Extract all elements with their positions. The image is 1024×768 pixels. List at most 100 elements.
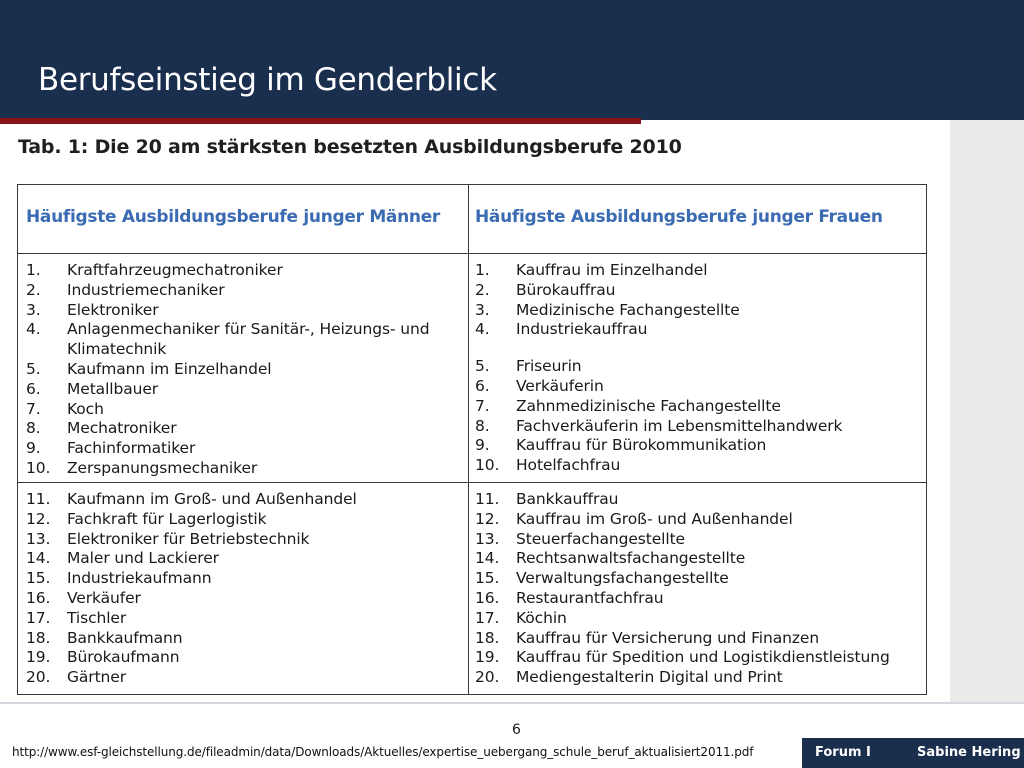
women-list-11-20: 11. Bankkauffrau 12. Kauffrau im Groß- und … [475, 490, 920, 688]
occupation-label: Zerspanungsmechaniker [67, 458, 258, 477]
footer-author: Sabine Hering [917, 745, 1021, 760]
occupation-label: Verkäufer [67, 588, 141, 607]
rank-number: 12. [26, 509, 51, 528]
men-column-header: Häufigste Ausbildungsberufe junger Männe… [26, 207, 441, 227]
list-item: 20. Gärtner [26, 668, 456, 688]
rank-number: 20. [475, 668, 500, 687]
rank-number: 7. [26, 399, 41, 418]
occupation-label: Kaufmann im Groß- und Außenhandel [67, 490, 357, 508]
occupation-label: Kauffrau für Bürokommunikation [516, 436, 767, 455]
rank-number: 13. [475, 529, 500, 548]
rank-number: 17. [26, 608, 51, 627]
occupation-label: Kauffrau im Groß- und Außenhandel [516, 509, 793, 528]
occupation-label: Kauffrau im Einzelhandel [516, 261, 708, 279]
list-item: 11. Kaufmann im Groß- und Außenhandel [26, 490, 456, 510]
occupation-label: Mediengestalterin Digital und Print [516, 668, 783, 687]
list-item: 5. Kaufmann im Einzelhandel [26, 360, 431, 380]
list-item: 14. Maler und Lackierer [26, 549, 456, 569]
men-list-11-20: 11. Kaufmann im Groß- und Außenhandel 12. F… [26, 490, 456, 688]
occupation-label: Bürokaufmann [67, 648, 180, 667]
occupation-label: Hotelfachfrau [516, 456, 621, 475]
occupation-label: Zahnmedizinische Fachangestellte [516, 396, 781, 415]
rank-number: 12. [475, 509, 500, 528]
rank-number: 5. [475, 357, 490, 376]
occupation-label: Köchin [516, 608, 567, 627]
rank-number: 13. [26, 529, 51, 548]
list-item: 7. Koch [26, 400, 431, 420]
occupation-label: Industriemechaniker [67, 280, 225, 299]
occupation-label: Verkäuferin [516, 376, 604, 395]
source-link[interactable]: http://www.esf-gleichstellung.de/fileadm… [12, 745, 754, 759]
list-item: 2. Bürokauffrau [475, 281, 920, 301]
occupation-label: Elektroniker [67, 300, 159, 319]
occupation-label: Fachinformatiker [67, 439, 196, 458]
occupation-label: Rechtsanwaltsfachangestellte [516, 549, 746, 568]
list-item: 20. Mediengestalterin Digital und Print [475, 668, 920, 688]
rank-number: 18. [475, 628, 500, 647]
list-item: 17. Köchin [475, 609, 920, 629]
slide-header: Berufseinstieg im Genderblick [0, 0, 1024, 120]
rank-number: 2. [475, 280, 490, 299]
list-item: 10. Hotelfachfrau [475, 456, 920, 476]
occupation-label: Koch [67, 399, 104, 418]
list-item: 10. Zerspanungsmechaniker [26, 459, 431, 479]
women-list-top10: 1. Kauffrau im Einzelhandel 2. Bürokauffrau… [475, 261, 920, 476]
rank-number: 6. [475, 376, 490, 395]
rank-number: 8. [26, 419, 41, 438]
rank-number: 14. [475, 549, 500, 568]
occupation-label: Gärtner [67, 668, 126, 687]
divider [0, 702, 1024, 704]
table-title: Tab. 1: Die 20 am stärksten besetzten Au… [18, 136, 682, 158]
occupation-label: Kauffrau für Spedition und Logistikdiens… [516, 648, 890, 667]
list-item: 8. Fachverkäuferin im Lebensmittelhandwer… [475, 417, 920, 437]
list-item: 4. Industriekauffrau [475, 320, 920, 340]
list-item: 1. Kauffrau im Einzelhandel [475, 261, 920, 281]
list-item: 16. Verkäufer [26, 589, 456, 609]
rank-number: 11. [475, 490, 500, 508]
list-item: 13. Elektroniker für Betriebstechnik [26, 530, 456, 550]
occupation-label: Metallbauer [67, 379, 159, 398]
occupation-label: Industriekaufmann [67, 569, 212, 588]
rank-number: 5. [26, 359, 41, 378]
list-item: 7. Zahnmedizinische Fachangestellte [475, 397, 920, 417]
occupation-label: Elektroniker für Betriebstechnik [67, 529, 310, 548]
list-item: 17. Tischler [26, 609, 456, 629]
list-item: 3. Medizinische Fachangestellte [475, 301, 920, 321]
list-item: 13. Steuerfachangestellte [475, 530, 920, 550]
list-item: 1. Kraftfahrzeugmechatroniker [26, 261, 431, 281]
list-item: 11. Bankkauffrau [475, 490, 920, 510]
list-item: 12. Kauffrau im Groß- und Außenhandel [475, 510, 920, 530]
rank-number: 15. [26, 569, 51, 588]
slide-title: Berufseinstieg im Genderblick [38, 62, 497, 98]
rank-number: 9. [475, 436, 490, 455]
occupation-label: Kauffrau für Versicherung und Finanzen [516, 628, 820, 647]
rank-number: 17. [475, 608, 500, 627]
list-item: 15. Verwaltungsfachangestellte [475, 569, 920, 589]
rank-number: 1. [475, 261, 490, 279]
rank-number: 18. [26, 628, 51, 647]
list-item: 5. Friseurin [475, 357, 920, 377]
rank-number: 15. [475, 569, 500, 588]
list-item: 15. Industriekaufmann [26, 569, 456, 589]
occupation-label: Kaufmann im Einzelhandel [67, 359, 272, 378]
list-item: 9. Kauffrau für Bürokommunikation [475, 436, 920, 456]
occupation-label: Maler und Lackierer [67, 549, 219, 568]
occupation-label: Verwaltungsfachangestellte [516, 569, 729, 588]
occupation-label: Bankkaufmann [67, 628, 183, 647]
rank-number: 1. [26, 261, 41, 279]
list-item: 19. Bürokaufmann [26, 648, 456, 668]
rank-number: 9. [26, 439, 41, 458]
rank-number: 16. [475, 588, 500, 607]
occupation-label: Bürokauffrau [516, 280, 616, 299]
list-item: 4. Anlagenmechaniker für Sanitär-, Heizun… [26, 320, 431, 360]
occupation-label: Kraftfahrzeugmechatroniker [67, 261, 283, 279]
occupation-label: Industriekauffrau [516, 320, 648, 339]
list-item: 18. Bankkaufmann [26, 629, 456, 649]
list-item: 9. Fachinformatiker [26, 439, 431, 459]
header-divider [18, 253, 926, 254]
rank-number: 14. [26, 549, 51, 568]
occupation-label: Friseurin [516, 357, 582, 376]
rank-number: 10. [475, 456, 500, 475]
list-item: 6. Verkäuferin [475, 377, 920, 397]
rank-number: 3. [475, 300, 490, 319]
